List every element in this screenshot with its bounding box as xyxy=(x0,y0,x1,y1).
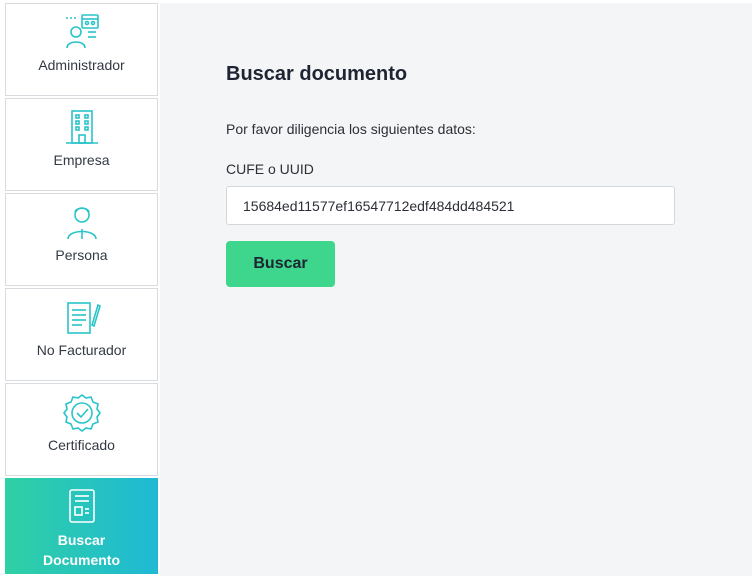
sidebar-item-certificado[interactable]: Certificado xyxy=(5,383,158,476)
sidebar-item-no-facturador[interactable]: No Facturador xyxy=(5,288,158,381)
person-icon xyxy=(62,202,102,242)
building-icon xyxy=(62,107,102,147)
sidebar-item-label: Administrador xyxy=(38,57,125,73)
sidebar-item-buscar-documento[interactable]: Buscar Documento xyxy=(5,478,158,574)
sidebar-item-persona[interactable]: Persona xyxy=(5,193,158,286)
sidebar-item-label: Certificado xyxy=(48,437,115,453)
sidebar-item-empresa[interactable]: Empresa xyxy=(5,98,158,191)
sidebar: Administrador Empresa Persona No Factura… xyxy=(5,3,160,576)
label-line-1: Buscar xyxy=(57,532,106,548)
search-button[interactable]: Buscar xyxy=(226,241,335,287)
certificate-badge-icon xyxy=(62,392,102,432)
document-pen-icon xyxy=(62,297,102,337)
sidebar-item-administrador[interactable]: Administrador xyxy=(5,3,158,96)
main-panel: Buscar documento Por favor diligencia lo… xyxy=(160,3,752,576)
sidebar-item-label: No Facturador xyxy=(36,342,127,358)
page-title: Buscar documento xyxy=(226,63,408,85)
sidebar-item-label: Empresa xyxy=(53,152,110,168)
cufe-input[interactable] xyxy=(226,186,675,225)
intro-text: Por favor diligencia los siguientes dato… xyxy=(226,121,476,137)
document-search-icon xyxy=(62,486,102,526)
sidebar-item-label: Persona xyxy=(55,247,108,263)
label-line-2: Documento xyxy=(43,552,120,568)
admin-network-icon xyxy=(62,12,102,52)
cufe-field-label: CUFE o UUID xyxy=(226,161,314,177)
sidebar-item-label: Buscar Documento xyxy=(43,530,120,570)
